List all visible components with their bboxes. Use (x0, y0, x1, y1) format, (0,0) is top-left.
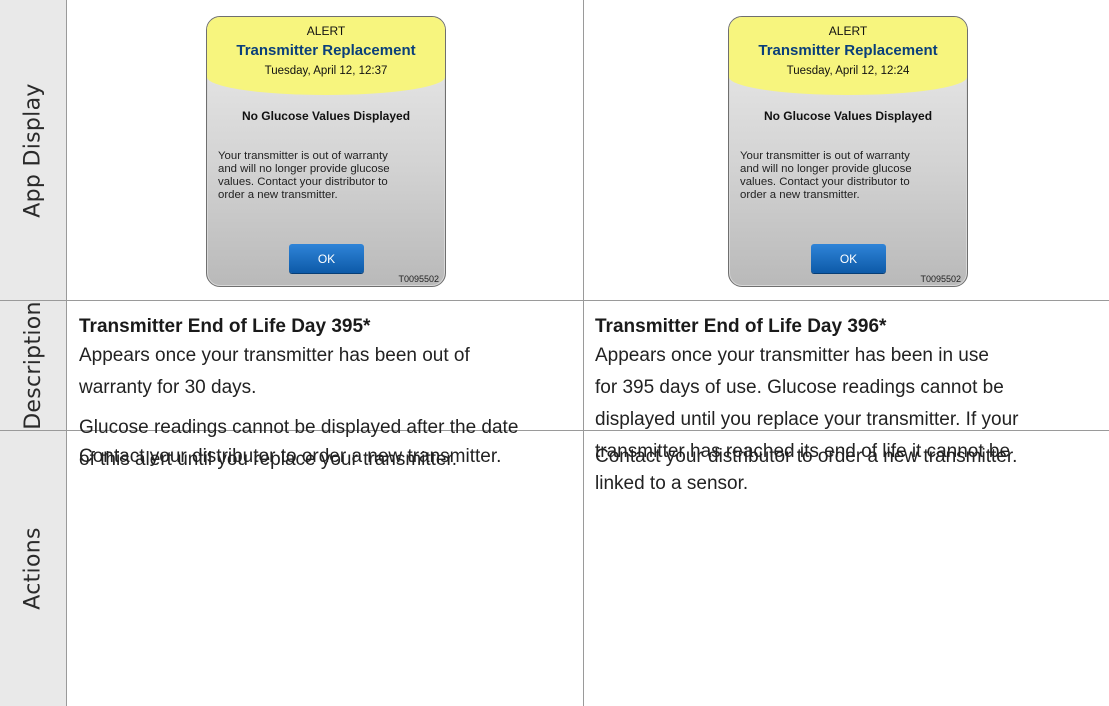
column-divider-middle (583, 0, 584, 706)
alert-message-line: Your transmitter is out of warranty (218, 150, 388, 162)
alert-tag: ALERT (828, 24, 868, 38)
column-divider-left (66, 0, 67, 706)
row-divider-1 (0, 300, 1109, 301)
alert-message: Your transmitter is out of warranty and … (218, 150, 435, 202)
alert-subtitle: No Glucose Values Displayed (241, 109, 411, 123)
alert-message: Your transmitter is out of warranty and … (740, 150, 957, 202)
description-line: Appears once your transmitter has been i… (595, 345, 989, 366)
row-label-app-display-text: App Display (20, 82, 46, 218)
alert-header: ALERT Transmitter Replacement Tuesday, A… (207, 17, 445, 95)
row-label-app-display: App Display (0, 0, 66, 300)
description-line: Appears once your transmitter has been o… (79, 345, 470, 366)
alert-message-line: and will no longer provide glucose (740, 163, 912, 175)
description-heading: Transmitter End of Life Day 396* (595, 316, 887, 337)
row-label-actions-text: Actions (20, 527, 46, 610)
action-text: Contact your distributor to order a new … (595, 446, 1018, 467)
alert-date: Tuesday, April 12, 12:24 (786, 65, 910, 77)
description-line: for 395 days of use. Glucose readings ca… (595, 377, 1004, 398)
alert-title: Transmitter Replacement (758, 42, 938, 59)
description-line: displayed until you replace your transmi… (595, 409, 1019, 430)
description-line: Glucose readings cannot be displayed aft… (79, 417, 519, 438)
row-label-actions: Actions (0, 431, 66, 706)
alert-message-line: order a new transmitter. (740, 189, 860, 201)
description-line: warranty for 30 days. (79, 377, 257, 398)
alert-message-line: Your transmitter is out of warranty (740, 150, 910, 162)
alert-screen-day-396: ALERT Transmitter Replacement Tuesday, A… (728, 16, 968, 287)
alert-code: T0095502 (398, 274, 439, 284)
actions-cell-day-395: Contact your distributor to order a new … (79, 441, 579, 473)
alert-code: T0095502 (920, 274, 961, 284)
alert-reference-table: App Display Description Actions ALERT Tr… (0, 0, 1109, 706)
alert-screen-day-395: ALERT Transmitter Replacement Tuesday, A… (206, 16, 446, 287)
alert-message-line: order a new transmitter. (218, 189, 338, 201)
alert-message-line: and will no longer provide glucose (218, 163, 390, 175)
alert-message-line: values. Contact your distributor to (740, 176, 910, 188)
alert-tag: ALERT (306, 24, 346, 38)
ok-button[interactable]: OK (289, 244, 364, 273)
alert-date: Tuesday, April 12, 12:37 (264, 65, 388, 77)
alert-title: Transmitter Replacement (236, 42, 416, 59)
description-heading: Transmitter End of Life Day 395* (79, 316, 371, 337)
alert-subtitle: No Glucose Values Displayed (763, 109, 933, 123)
actions-cell-day-396: Contact your distributor to order a new … (595, 441, 1105, 473)
action-text: Contact your distributor to order a new … (79, 446, 502, 467)
alert-header: ALERT Transmitter Replacement Tuesday, A… (729, 17, 967, 95)
row-label-description: Description (0, 301, 66, 430)
alert-message-line: values. Contact your distributor to (218, 176, 388, 188)
row-label-description-text: Description (20, 301, 46, 430)
ok-button[interactable]: OK (811, 244, 886, 273)
